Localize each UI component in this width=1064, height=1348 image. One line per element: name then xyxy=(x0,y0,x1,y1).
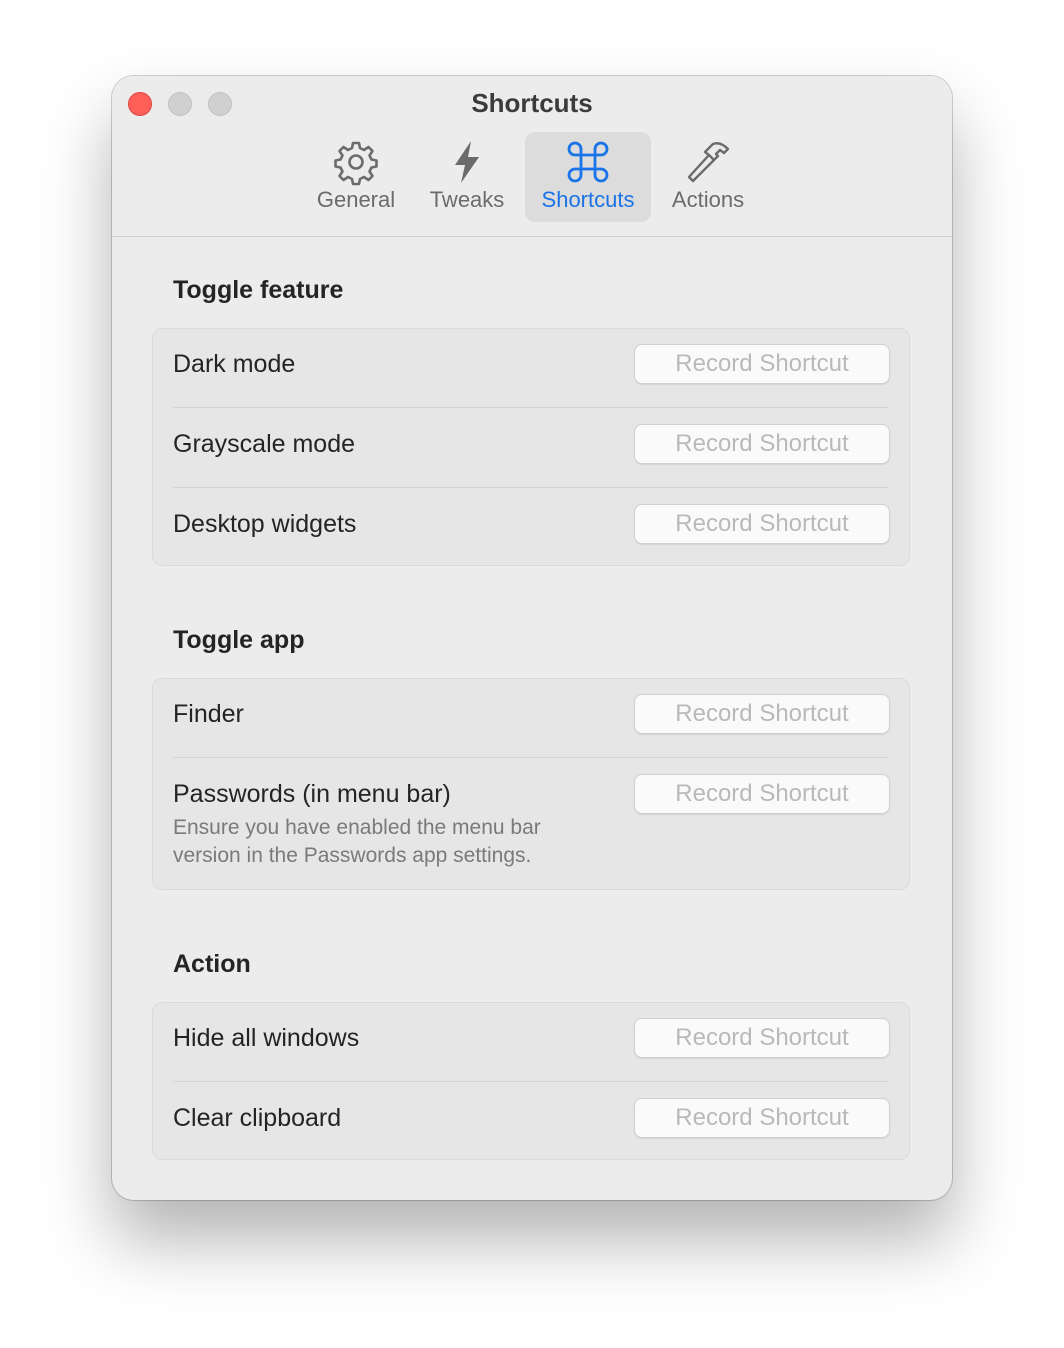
toolbar: Shortcuts General Tweaks Shortcuts Actio… xyxy=(112,76,952,237)
record-shortcut-button[interactable]: Record Shortcut xyxy=(634,424,890,464)
tab-actions[interactable]: Actions xyxy=(656,132,760,222)
shortcut-row-passwords: Passwords (in menu bar) Ensure you have … xyxy=(153,758,909,890)
shortcut-row-hide-all-windows: Hide all windows Record Shortcut xyxy=(153,1003,909,1082)
tab-label: Tweaks xyxy=(429,187,505,212)
shortcut-row-grayscale-mode: Grayscale mode Record Shortcut xyxy=(153,408,909,488)
window-title: Shortcuts xyxy=(471,88,593,118)
preferences-window: Shortcuts General Tweaks Shortcuts Actio… xyxy=(112,76,952,1200)
shortcut-row-clear-clipboard: Clear clipboard Record Shortcut xyxy=(153,1082,909,1160)
command-icon xyxy=(567,141,609,183)
shortcut-row-desktop-widgets: Desktop widgets Record Shortcut xyxy=(153,488,909,566)
row-label: Grayscale mode xyxy=(173,430,356,458)
record-shortcut-button[interactable]: Record Shortcut xyxy=(634,344,890,384)
row-note: Ensure you have enabled the menu bar ver… xyxy=(173,816,541,867)
tab-tweaks[interactable]: Tweaks xyxy=(414,132,520,222)
record-shortcut-button[interactable]: Record Shortcut xyxy=(634,504,890,544)
row-label: Desktop widgets xyxy=(173,510,357,538)
tab-general[interactable]: General xyxy=(302,132,410,222)
section-title-action: Action xyxy=(173,950,251,978)
row-label: Passwords (in menu bar) xyxy=(173,780,451,808)
tab-shortcuts[interactable]: Shortcuts xyxy=(525,132,651,222)
record-shortcut-button[interactable]: Record Shortcut xyxy=(634,1018,890,1058)
tab-label: Shortcuts xyxy=(541,187,635,212)
tab-label: Actions xyxy=(671,187,745,212)
section-title-toggle-feature: Toggle feature xyxy=(173,276,344,304)
row-label: Hide all windows xyxy=(173,1024,360,1052)
row-label: Finder xyxy=(173,700,244,728)
tab-label: General xyxy=(316,187,396,212)
gear-icon xyxy=(334,141,378,186)
section-title-toggle-app: Toggle app xyxy=(173,626,305,654)
record-shortcut-button[interactable]: Record Shortcut xyxy=(634,1098,890,1138)
row-label: Dark mode xyxy=(173,350,296,378)
action-group: Hide all windows Record Shortcut Clear c… xyxy=(152,1002,910,1160)
shortcut-row-finder: Finder Record Shortcut xyxy=(153,679,909,758)
row-label: Clear clipboard xyxy=(173,1104,342,1132)
record-shortcut-button[interactable]: Record Shortcut xyxy=(634,774,890,814)
bolt-icon xyxy=(455,141,479,183)
tab-bar: General Tweaks Shortcuts Actions xyxy=(112,132,952,222)
record-shortcut-button[interactable]: Record Shortcut xyxy=(634,694,890,734)
toggle-feature-group: Dark mode Record Shortcut Grayscale mode… xyxy=(152,328,910,566)
hammer-icon xyxy=(687,142,730,183)
shortcut-row-dark-mode: Dark mode Record Shortcut xyxy=(153,329,909,408)
toggle-app-group: Finder Record Shortcut Passwords (in men… xyxy=(152,678,910,890)
